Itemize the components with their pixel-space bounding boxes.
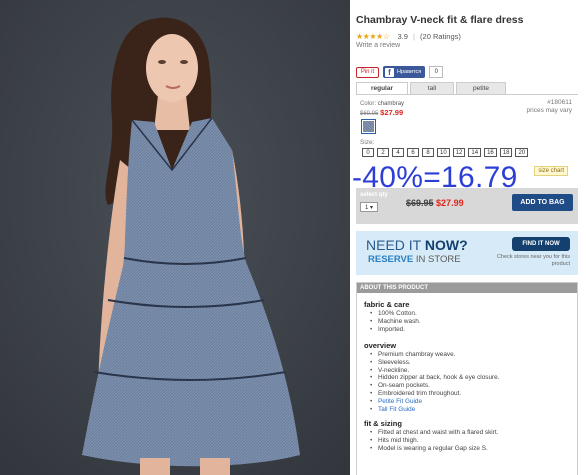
facebook-icon: f [385, 67, 394, 77]
size-option[interactable]: 18 [499, 148, 513, 157]
add-to-bag-button[interactable]: ADD TO BAG [512, 194, 573, 211]
fabric-care-section: fabric & care 100% Cotton. Machine wash.… [364, 300, 421, 333]
list-item: Hits mid thigh. [364, 437, 498, 445]
petite-fit-guide-link[interactable]: Petite Fit Guide [364, 398, 500, 406]
find-it-now-button[interactable]: FIND IT NOW [512, 237, 570, 251]
color-value: chambray [377, 101, 405, 107]
pinterest-button[interactable]: Pin it [356, 66, 379, 78]
qty-select[interactable]: 1 ▾ [360, 202, 378, 212]
list-item: Model is wearing a regular Gap size S. [364, 445, 498, 453]
star-rating-icon[interactable]: ★★★★☆ [356, 32, 390, 41]
list-item: Machine wash. [364, 318, 421, 326]
social-share-bar: Pin it f Нравится 0 [356, 66, 444, 78]
reserve-in-store-text: RESERVE IN STORE [368, 254, 461, 265]
color-label-text: Color: [360, 101, 377, 107]
need-it-now-heading: NEED IT NOW? [366, 237, 468, 253]
size-option[interactable]: 4 [392, 148, 404, 157]
color-swatch-chambray[interactable] [361, 119, 376, 134]
bag-prices: $69.95 $27.99 [406, 198, 464, 208]
variant-sale-price: $27.99 [380, 108, 404, 117]
product-title: Chambray V-neck fit & flare dress [356, 14, 524, 26]
list-item: 100% Cotton. [364, 310, 421, 318]
size-option[interactable]: 14 [468, 148, 482, 157]
bag-original-price: $69.95 [406, 198, 434, 208]
fit-sizing-title: fit & sizing [364, 419, 402, 428]
list-item: Embroidered trim throughout. [364, 390, 500, 398]
variant-original-price: $69.95 [360, 111, 379, 117]
overview-list: Premium chambray weave. Sleeveless. V-ne… [364, 351, 500, 413]
write-review-link[interactable]: Write a review [356, 42, 400, 49]
list-item: On-seam pockets. [364, 382, 500, 390]
size-option[interactable]: 6 [407, 148, 419, 157]
fabric-care-title: fabric & care [364, 300, 410, 309]
product-photo[interactable] [0, 0, 350, 475]
list-item: Hidden zipper at back, hook & eye closur… [364, 374, 500, 382]
size-option[interactable]: 12 [452, 148, 466, 157]
size-option[interactable]: 2 [377, 148, 389, 157]
facebook-like-button[interactable]: f Нравится [383, 66, 426, 78]
size-option[interactable]: 10 [437, 148, 450, 157]
rating-count-link[interactable]: (20 Ratings) [420, 32, 461, 41]
list-item: Fitted at chest and waist with a flared … [364, 429, 498, 437]
size-option[interactable]: 16 [484, 148, 497, 157]
list-item: V-neckline. [364, 367, 500, 375]
reserve-bold: RESERVE [368, 254, 414, 265]
fabric-care-list: 100% Cotton. Machine wash. Imported. [364, 310, 421, 333]
fit-sizing-list: Fitted at chest and waist with a flared … [364, 429, 498, 452]
overview-title: overview [364, 341, 397, 350]
item-number: #180611 [547, 99, 572, 106]
list-item: Premium chambray weave. [364, 351, 500, 359]
list-item: Imported. [364, 326, 421, 334]
reserve-rest: IN STORE [413, 254, 461, 265]
discount-overlay-text: -40%=16.79 [352, 161, 518, 194]
color-label: Color: chambray [360, 101, 404, 107]
size-option[interactable]: 20 [515, 148, 529, 157]
rating-row: ★★★★☆ 3.9 | (20 Ratings) [356, 32, 461, 41]
size-options: 0 2 4 6 8 10 12 14 16 18 20 [362, 148, 529, 157]
need-prefix: NEED IT [366, 237, 425, 253]
tall-fit-guide-link[interactable]: Tall Fit Guide [364, 406, 500, 414]
about-header: ABOUT THIS PRODUCT [357, 283, 577, 293]
rating-separator: | [412, 32, 415, 41]
model-in-dress-image [0, 0, 350, 475]
facebook-like-count: 0 [429, 66, 444, 78]
check-stores-note: Check stores near you for this product [496, 254, 570, 267]
size-chart-link[interactable]: size chart [534, 166, 568, 176]
size-label: Size: [360, 139, 375, 146]
rating-value: 3.9 [397, 32, 408, 41]
size-option[interactable]: 0 [362, 148, 374, 157]
facebook-like-label: Нравится [397, 69, 422, 75]
swatch-fabric [363, 121, 374, 132]
overview-section: overview Premium chambray weave. Sleevel… [364, 341, 500, 413]
about-product-panel: ABOUT THIS PRODUCT fabric & care 100% Co… [356, 282, 578, 475]
list-item: Sleeveless. [364, 359, 500, 367]
bag-sale-price: $27.99 [436, 198, 464, 208]
variant-prices: $69.95 $27.99 [360, 108, 403, 117]
item-number-block: #180611 prices may vary [526, 99, 572, 115]
need-bold: NOW? [424, 237, 468, 253]
reserve-in-store-banner[interactable]: NEED IT NOW? RESERVE IN STORE FIND IT NO… [356, 231, 578, 275]
size-option[interactable]: 8 [422, 148, 434, 157]
fit-sizing-section: fit & sizing Fitted at chest and waist w… [364, 419, 498, 452]
price-note: prices may vary [526, 107, 572, 114]
